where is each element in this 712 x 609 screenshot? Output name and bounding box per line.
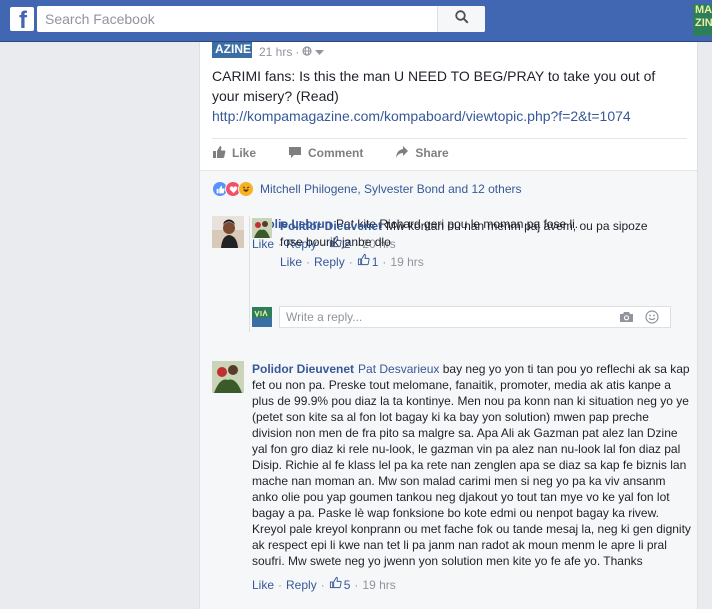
thumbs-up-icon	[212, 145, 232, 162]
like-count-value: 1	[371, 254, 379, 269]
like-label: Like	[232, 146, 257, 160]
reactions-summary[interactable]: Mitchell Philogene, Sylvester Bond and 1…	[212, 181, 522, 197]
comment: Polidor Dieuvenet Pat Desvarieux bay neg …	[212, 361, 692, 593]
share-arrow-icon	[395, 145, 415, 162]
page-avatar[interactable]: AZINE	[212, 42, 252, 58]
comment-like-count[interactable]: 1	[357, 253, 379, 270]
post-text: CARIMI fans: Is this the man U NEED TO B…	[212, 68, 656, 104]
facebook-logo-icon[interactable]: f	[10, 7, 34, 31]
dot-separator: ·	[278, 577, 283, 592]
post-header: AZINE 21 hrs ·	[212, 42, 325, 62]
comment-timestamp[interactable]: 19 hrs	[390, 254, 423, 270]
reply-thread: Polidor Dieuvenet Mw kontan ou nan menm p…	[249, 216, 672, 332]
comment-actions: Like · Reply · 5 · 19 hrs	[252, 576, 692, 593]
search-bar	[37, 6, 485, 32]
reaction-names[interactable]: Mitchell Philogene, Sylvester Bond and 1…	[260, 182, 522, 196]
thumbs-up-outline-icon	[329, 576, 342, 593]
comment-button[interactable]: Comment	[288, 145, 363, 162]
emoji-icon[interactable]	[644, 309, 660, 325]
comment-reply-link[interactable]: Reply	[286, 577, 317, 593]
globe-icon[interactable]	[302, 45, 312, 59]
comment-like-count[interactable]: 5	[329, 576, 351, 593]
comment-author[interactable]: Polidor Dieuvenet	[252, 362, 354, 376]
chevron-down-icon[interactable]	[315, 45, 325, 59]
camera-icon[interactable]	[618, 309, 634, 325]
post-action-bar: Like Comment Share	[212, 142, 687, 164]
avatar[interactable]	[212, 361, 244, 393]
post-meta: 21 hrs ·	[259, 45, 325, 59]
search-button[interactable]	[437, 6, 485, 32]
comment-reply-link[interactable]: Reply	[314, 254, 345, 270]
facebook-logo-letter: f	[19, 7, 27, 32]
search-icon	[454, 9, 469, 29]
dot-separator: ·	[382, 254, 387, 269]
post-divider	[212, 138, 687, 139]
reply-input[interactable]	[280, 307, 618, 327]
comment-label: Comment	[308, 146, 364, 160]
top-navigation-bar: f MA ZINE	[0, 0, 712, 42]
like-button[interactable]: Like	[212, 145, 256, 162]
comment-author[interactable]: Polidor Dieuvenet	[280, 219, 382, 233]
comment-mention[interactable]: Pat Desvarieux	[358, 362, 439, 376]
dot-separator: ·	[320, 577, 325, 592]
search-input[interactable]	[37, 6, 437, 32]
share-button[interactable]: Share	[395, 145, 449, 162]
post-link[interactable]: http://kompamagazine.com/kompaboard/view…	[212, 106, 682, 126]
page-avatar-text: AZINE	[215, 42, 251, 56]
dot-separator: ·	[354, 577, 359, 592]
profile-thumbnail[interactable]: MA ZINE	[693, 4, 712, 36]
share-label: Share	[415, 146, 449, 160]
comment-like-link[interactable]: Like	[252, 577, 274, 593]
comment-timestamp[interactable]: 19 hrs	[362, 577, 395, 593]
avatar[interactable]	[212, 216, 244, 248]
avatar[interactable]	[252, 218, 272, 238]
dot-separator: ·	[306, 254, 311, 269]
thumbs-up-outline-icon	[357, 253, 370, 270]
like-count-value: 5	[343, 577, 351, 592]
haha-reaction-icon	[238, 181, 254, 197]
comment-like-link[interactable]: Like	[280, 254, 302, 270]
post-body: CARIMI fans: Is this the man U NEED TO B…	[212, 66, 682, 126]
reply-composer	[279, 306, 671, 328]
profile-thumbnail-text: MA ZINE	[695, 4, 712, 29]
dot-separator: ·	[348, 254, 353, 269]
comment-text: bay neg yo yon ti tan pou yo reflechi ak…	[252, 362, 691, 568]
dot-separator: ·	[295, 45, 300, 59]
current-user-avatar[interactable]	[252, 307, 272, 327]
comments-section: Mitchell Philogene, Sylvester Bond and 1…	[200, 170, 697, 609]
comment-body: Polidor Dieuvenet Mw kontan ou nan menm p…	[280, 218, 670, 270]
comment-body: Polidor Dieuvenet Pat Desvarieux bay neg …	[252, 361, 692, 593]
comment-actions: Like · Reply · 1 · 19 hrs	[280, 253, 670, 270]
comment-bubble-icon	[288, 145, 308, 162]
post-card: AZINE 21 hrs · CARIMI fans: Is this the …	[199, 42, 698, 609]
reply-comment: Polidor Dieuvenet Mw kontan ou nan menm p…	[252, 218, 670, 270]
post-timestamp[interactable]: 21 hrs	[259, 45, 292, 59]
